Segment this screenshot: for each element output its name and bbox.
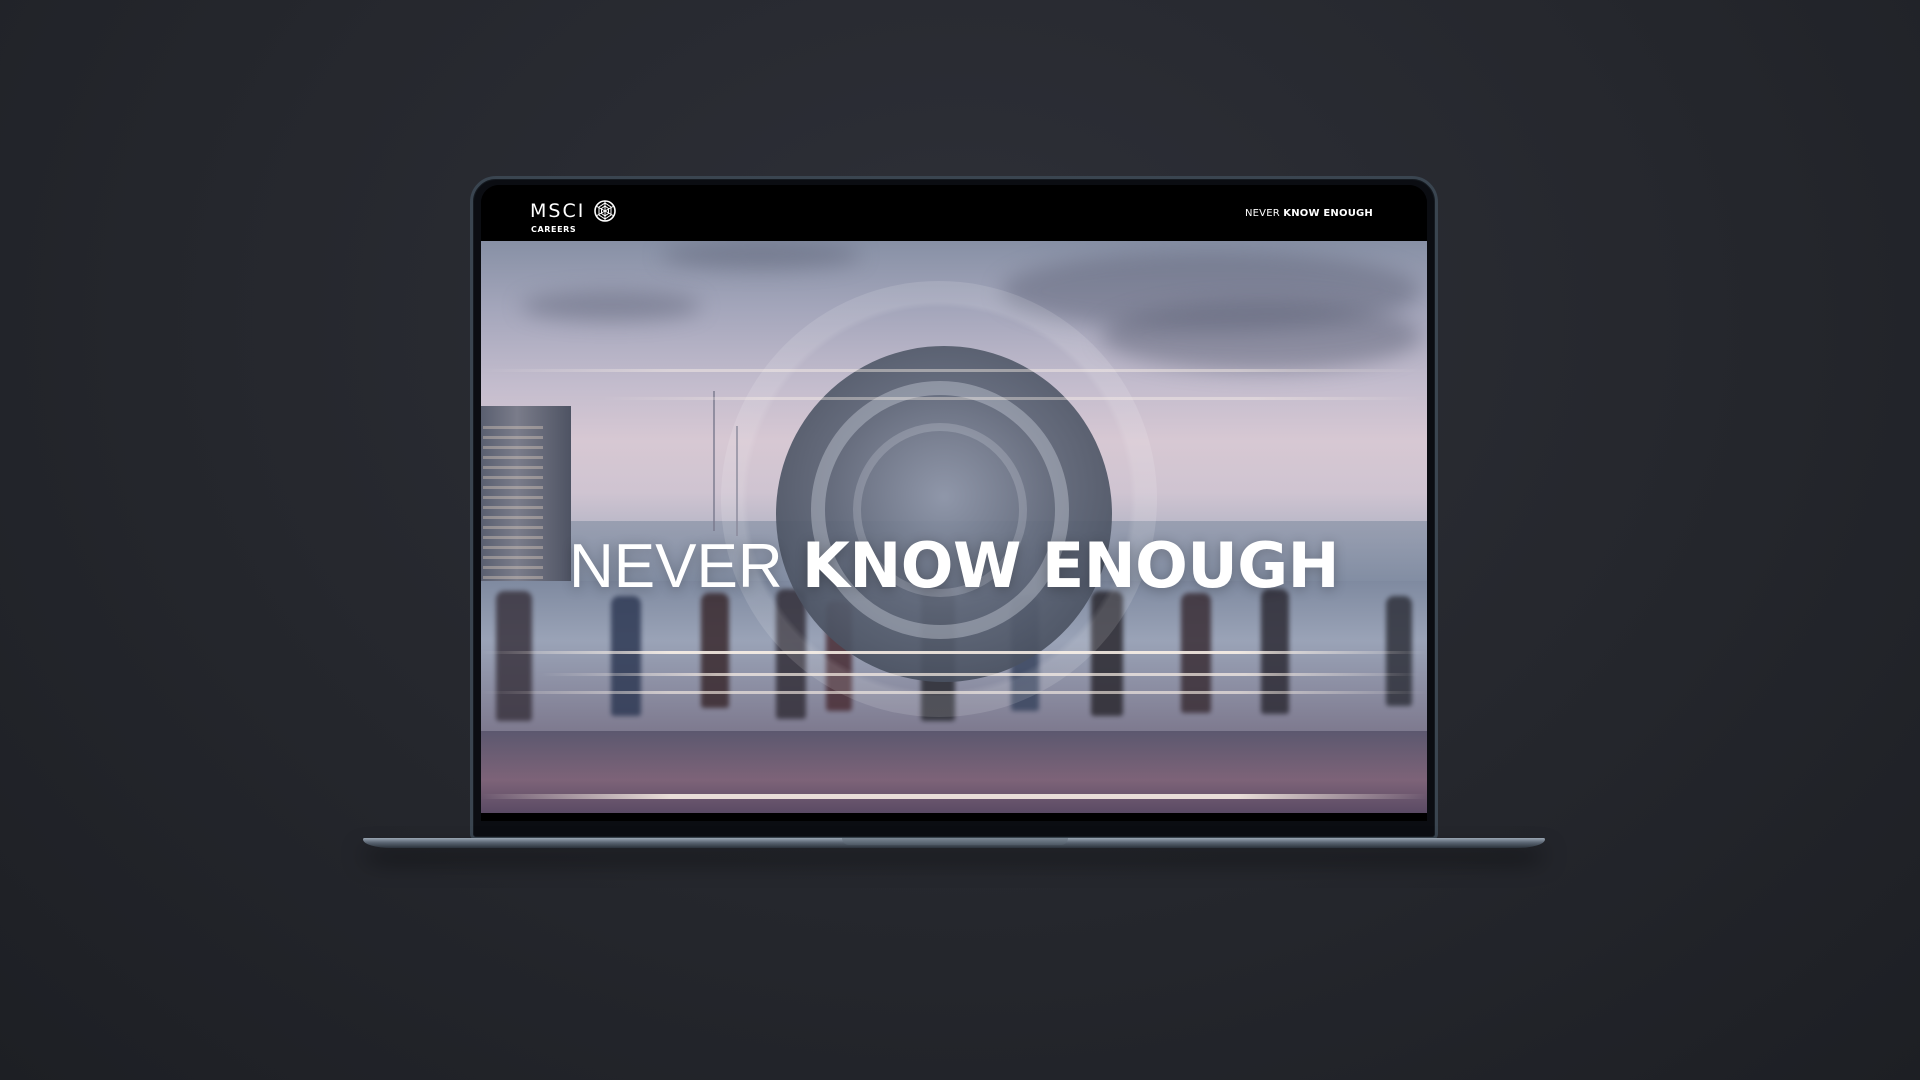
hero-light-streak — [541, 673, 1421, 676]
hero-light-streak — [481, 794, 1427, 799]
hero-title: NEVER KNOW ENOUGH — [481, 529, 1427, 602]
msci-careers-logo[interactable]: MSCI CAREERS — [530, 200, 616, 234]
site-header: MSCI CAREERS NEVER KNOW ENOUGH — [481, 185, 1427, 241]
header-tagline-light: NEVER — [1244, 208, 1280, 219]
hero-cloud — [661, 241, 861, 269]
hero-light-streak — [601, 397, 1421, 400]
hero-crane — [713, 391, 715, 531]
hero-title-bold: KNOW ENOUGH — [801, 529, 1340, 602]
laptop-base-notch — [842, 838, 1068, 845]
hero-pedestrian — [611, 596, 641, 716]
header-tagline: NEVER KNOW ENOUGH — [1245, 208, 1373, 219]
hero-banner: NEVER KNOW ENOUGH — [481, 241, 1427, 813]
hero-title-light: NEVER — [568, 532, 783, 601]
logo-subtext: CAREERS — [531, 225, 577, 234]
hero-light-streak — [481, 691, 1427, 694]
hero-road — [481, 731, 1427, 813]
hero-light-streak — [481, 651, 1427, 654]
header-tagline-bold: KNOW ENOUGH — [1283, 208, 1373, 219]
laptop-lid: MSCI CAREERS NEVER KNOW ENOUGH NEVER KNO… — [470, 176, 1438, 840]
logo-wordmark: MSCI — [530, 200, 586, 222]
hero-cloud — [1101, 301, 1421, 371]
laptop-screen: MSCI CAREERS NEVER KNOW ENOUGH NEVER KNO… — [481, 185, 1427, 821]
hero-cloud — [521, 291, 701, 321]
hero-light-streak — [481, 369, 1427, 372]
hero-pedestrian — [496, 591, 532, 721]
msci-globe-icon — [593, 200, 616, 222]
